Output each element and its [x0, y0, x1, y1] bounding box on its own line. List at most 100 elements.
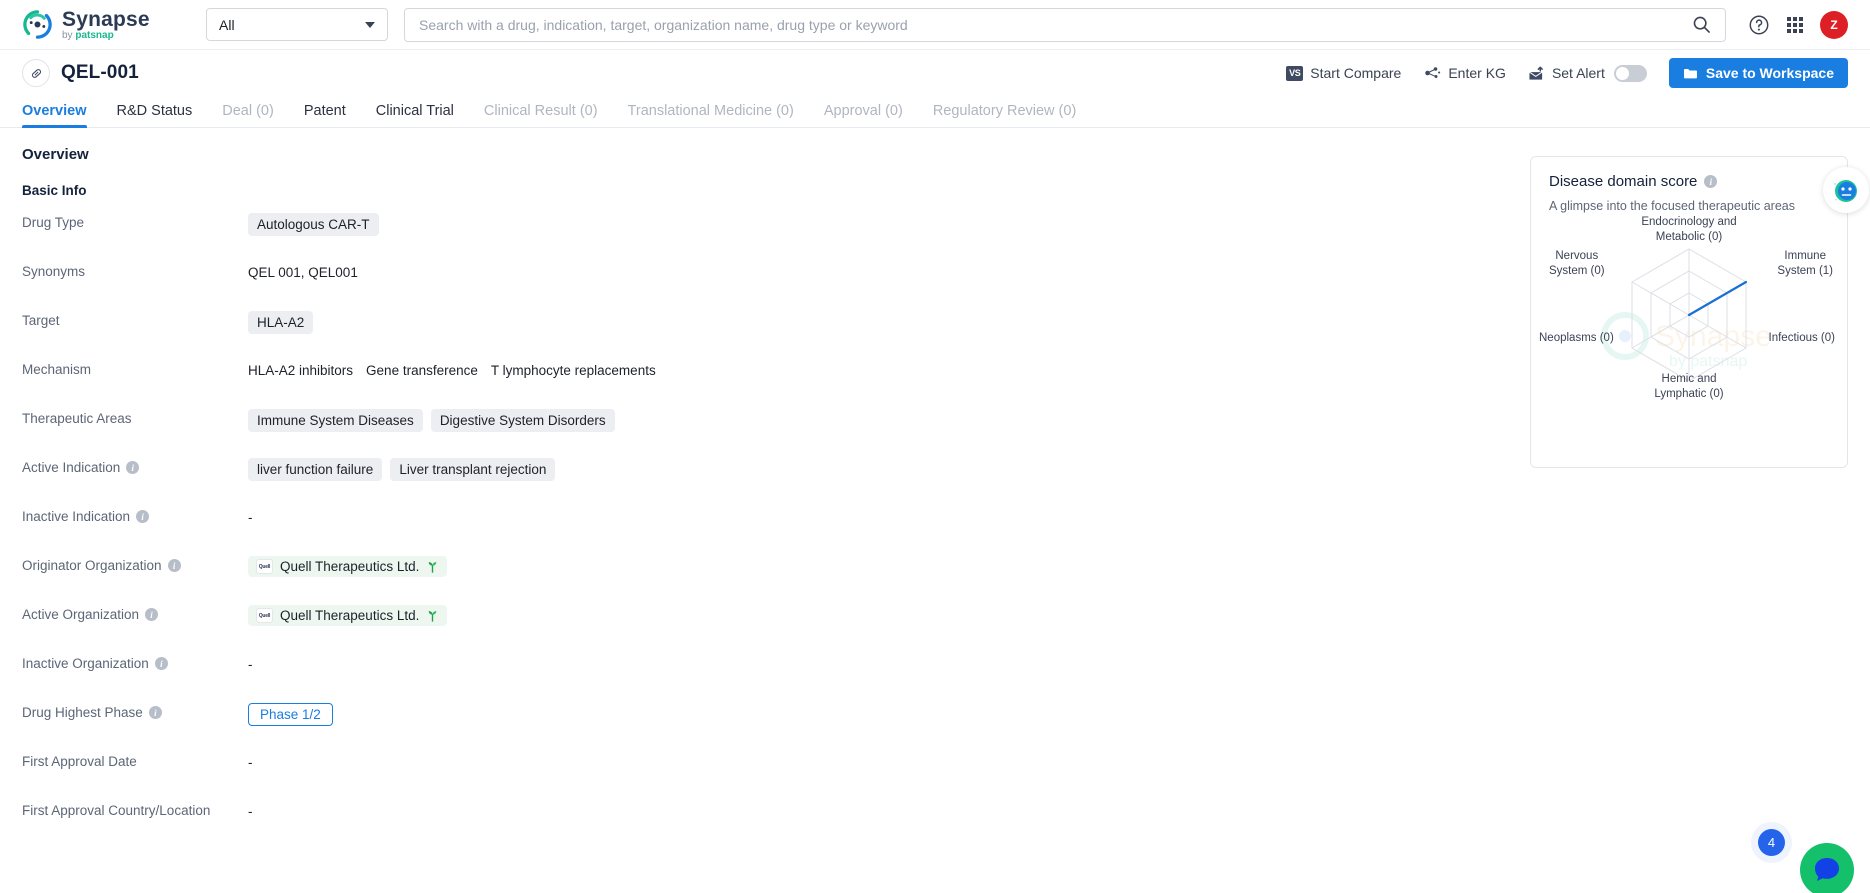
inactive-organization-text: -	[248, 657, 253, 672]
entity-tabs: Overview R&D Status Deal (0) Patent Clin…	[0, 96, 1870, 128]
brand-logo[interactable]: Synapse by patsnap	[22, 9, 190, 41]
info-icon[interactable]: i	[126, 461, 140, 474]
chat-assistant-icon[interactable]	[1800, 843, 1854, 893]
search-scope-select[interactable]: All	[206, 8, 388, 41]
synonyms-text: QEL 001, QEL001	[248, 265, 358, 280]
status-badge-phase[interactable]: Phase 1/2	[248, 703, 333, 726]
radar-label-hemic-lymphatic: Hemic and Lymphatic (0)	[1654, 373, 1724, 400]
field-label: Drug Type	[22, 215, 85, 230]
organization-name: Quell Therapeutics Ltd.	[280, 559, 420, 574]
info-icon[interactable]: i	[148, 706, 162, 719]
floating-assistant: 4	[1746, 823, 1856, 893]
chip-active-organization[interactable]: Quell Quell Therapeutics Ltd.	[248, 605, 448, 626]
entity-actions: VS Start Compare Enter KG Set Alert Save…	[1286, 58, 1848, 88]
chip-active-indication-2[interactable]: Liver transplant rejection	[390, 458, 556, 481]
brand-tagline: by patsnap	[62, 29, 114, 41]
tab-patent[interactable]: Patent	[304, 103, 346, 127]
global-search[interactable]	[404, 7, 1726, 42]
mechanism-item-1[interactable]: HLA-A2 inhibitors	[248, 363, 353, 378]
field-label-text: Inactive Indication	[22, 509, 131, 524]
field-label-text: Active Indication	[22, 460, 121, 475]
tab-approval[interactable]: Approval (0)	[824, 103, 903, 127]
help-circle-icon[interactable]	[1748, 14, 1770, 36]
field-value: Immune System Diseases Digestive System …	[248, 408, 615, 432]
info-icon[interactable]: i	[167, 559, 181, 572]
set-alert-label: Set Alert	[1551, 65, 1605, 81]
field-label: Target	[22, 313, 60, 328]
entity-identity: QEL-001	[22, 59, 139, 87]
enter-kg-button[interactable]: Enter KG	[1423, 65, 1506, 81]
field-value: -	[248, 506, 253, 525]
radar-panel-title: Disease domain score	[1549, 173, 1698, 190]
field-value: Phase 1/2	[248, 702, 333, 726]
field-row-drug-highest-phase: Drug Highest Phase i Phase 1/2	[22, 702, 1848, 751]
knowledge-graph-icon	[1425, 67, 1441, 79]
organization-logo-icon: Quell	[256, 608, 273, 623]
field-value: Autologous CAR-T	[248, 212, 379, 236]
field-label: Inactive Indication i	[22, 506, 248, 524]
search-input[interactable]	[419, 16, 1692, 33]
mechanism-item-2[interactable]: Gene transference	[366, 363, 478, 378]
save-to-workspace-button[interactable]: Save to Workspace	[1668, 58, 1848, 88]
tab-clinical-result[interactable]: Clinical Result (0)	[484, 103, 598, 127]
info-icon[interactable]: i	[154, 657, 168, 670]
save-to-workspace-label: Save to Workspace	[1705, 65, 1834, 81]
chip-target[interactable]: HLA-A2	[248, 311, 314, 334]
field-row-active-organization: Active Organization i Quell Quell Therap…	[22, 604, 1848, 653]
field-label-text: Drug Highest Phase	[22, 705, 143, 720]
search-icon[interactable]	[1692, 15, 1711, 34]
set-alert-toggle[interactable]	[1613, 64, 1647, 82]
first-approval-country-text: -	[248, 804, 253, 819]
field-label: Synonyms	[22, 264, 86, 279]
alert-mail-icon	[1529, 66, 1543, 80]
ai-assistant-icon[interactable]	[1823, 167, 1869, 213]
start-compare-label: Start Compare	[1310, 65, 1402, 81]
avatar[interactable]: Z	[1820, 10, 1848, 39]
capsule-pill-icon	[22, 59, 50, 87]
chip-active-indication-1[interactable]: liver function failure	[248, 458, 383, 481]
page-title: QEL-001	[61, 62, 139, 83]
notification-badge[interactable]: 4	[1758, 829, 1785, 856]
first-approval-date-text: -	[248, 755, 253, 770]
search-scope-value: All	[219, 16, 235, 33]
chip-drug-type[interactable]: Autologous CAR-T	[248, 213, 379, 236]
radar-label-neoplasms: Neoplasms (0)	[1539, 332, 1614, 344]
tab-rd-status[interactable]: R&D Status	[117, 103, 193, 127]
inactive-indication-text: -	[248, 510, 253, 525]
chip-therapeutic-area-2[interactable]: Digestive System Disorders	[430, 409, 615, 432]
chip-originator-organization[interactable]: Quell Quell Therapeutics Ltd.	[248, 556, 448, 577]
sprout-icon	[429, 561, 437, 573]
field-label-text: Inactive Organization	[22, 656, 149, 671]
field-row-first-approval-date: First Approval Date -	[22, 751, 1848, 800]
chip-therapeutic-area-1[interactable]: Immune System Diseases	[248, 409, 423, 432]
field-row-first-approval-country: First Approval Country/Location -	[22, 800, 1848, 849]
field-label: Drug Highest Phase i	[22, 702, 248, 720]
folder-icon	[1683, 68, 1697, 78]
field-label: Active Indication i	[22, 457, 248, 475]
entity-header: QEL-001 VS Start Compare Enter KG Set Al…	[0, 50, 1870, 96]
start-compare-button[interactable]: VS Start Compare	[1286, 65, 1401, 81]
overview-page: Overview Basic Info Drug Type Autologous…	[0, 128, 1870, 893]
field-row-inactive-indication: Inactive Indication i -	[22, 506, 1848, 555]
field-value: liver function failure Liver transplant …	[248, 457, 556, 481]
info-icon[interactable]: i	[1704, 175, 1718, 188]
field-value: Quell Quell Therapeutics Ltd.	[248, 604, 448, 626]
set-alert-control[interactable]: Set Alert	[1528, 64, 1647, 82]
field-label: Inactive Organization i	[22, 653, 248, 671]
top-navigation-bar: Synapse by patsnap All Z	[0, 0, 1870, 50]
field-value: -	[248, 751, 253, 770]
field-label: Mechanism	[22, 362, 92, 377]
tab-overview[interactable]: Overview	[22, 103, 87, 128]
tab-regulatory-review[interactable]: Regulatory Review (0)	[933, 103, 1076, 127]
info-icon[interactable]: i	[136, 510, 150, 523]
mechanism-item-3[interactable]: T lymphocyte replacements	[491, 363, 656, 378]
grid-apps-icon[interactable]	[1787, 16, 1803, 33]
tab-deal[interactable]: Deal (0)	[222, 103, 274, 127]
info-icon[interactable]: i	[145, 608, 159, 621]
field-label: First Approval Date	[22, 754, 137, 769]
tab-clinical-trial[interactable]: Clinical Trial	[376, 103, 454, 127]
field-value: HLA-A2	[248, 310, 314, 334]
field-label: First Approval Country/Location	[22, 803, 211, 818]
tab-translational-medicine[interactable]: Translational Medicine (0)	[628, 103, 794, 127]
field-row-originator-organization: Originator Organization i Quell Quell Th…	[22, 555, 1848, 604]
